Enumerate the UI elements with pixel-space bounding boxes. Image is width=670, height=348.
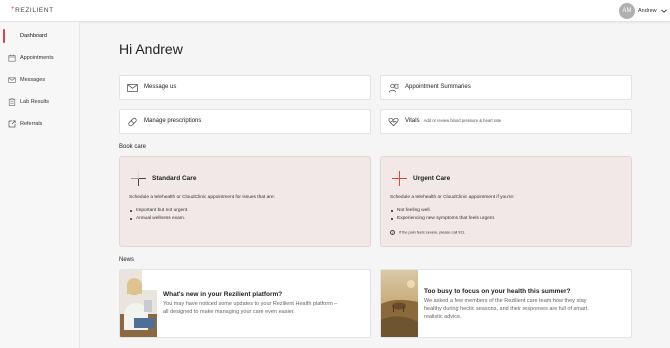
- urgent-care-card[interactable]: Urgent Care Schedule a telehealth or Clo…: [380, 156, 632, 247]
- news-body: We asked a few members of the Rezilient …: [424, 298, 589, 320]
- list-item: Experiencing new symptoms that feels urg…: [390, 216, 495, 224]
- care-title: Urgent Care: [413, 175, 451, 182]
- list-item: Important but not urgent.: [129, 208, 189, 216]
- care-title: Standard Care: [152, 175, 197, 182]
- logo[interactable]: +REZILIENT: [11, 6, 54, 14]
- clipboard-icon: [8, 98, 16, 106]
- sidebar-item-label: Dashboard: [20, 32, 47, 39]
- user-name[interactable]: Andrew: [638, 8, 657, 14]
- list-item: Not feeling well.: [390, 208, 495, 216]
- sidebar-item-label: Lab Results: [20, 98, 50, 105]
- calendar-icon: [8, 54, 16, 62]
- sidebar-item-appointments[interactable]: Appointments: [0, 51, 80, 65]
- tile-label: Manage prescriptions: [144, 118, 202, 124]
- vitals-subtitle: Add or review blood pressure & heart rat…: [423, 118, 502, 123]
- manage-prescriptions-tile[interactable]: Manage prescriptions: [119, 109, 371, 134]
- tile-label: Message us: [144, 84, 177, 90]
- appointment-summaries-tile[interactable]: Appointment Summaries: [380, 75, 632, 100]
- sidebar-item-dashboard[interactable]: Dashboard: [0, 29, 80, 43]
- sidebar-item-messages[interactable]: Messages: [0, 73, 80, 87]
- news-card[interactable]: What's new in your Rezilient platform? Y…: [119, 269, 371, 338]
- person-document-icon: [388, 83, 399, 93]
- external-link-icon: [8, 120, 16, 128]
- mail-icon: [8, 77, 16, 83]
- cross-icon: [131, 171, 146, 186]
- care-description: Schedule a telehealth or CloudClinic app…: [129, 195, 275, 200]
- tile-label: Appointment Summaries: [405, 84, 471, 90]
- sidebar-item-label: Appointments: [20, 54, 54, 61]
- page-title: Hi Andrew: [119, 41, 183, 57]
- care-list: Important but not urgent. Annual wellnes…: [129, 208, 189, 224]
- mail-icon: [127, 84, 138, 92]
- main-content: Hi Andrew Message us Appointment Summari…: [80, 22, 670, 348]
- care-description: Schedule a telehealth or CloudClinic app…: [390, 195, 515, 200]
- care-note: i If the pain feels severe, please call 9…: [390, 230, 465, 235]
- sidebar-item-referrals[interactable]: Referrals: [0, 117, 80, 131]
- pill-icon: [128, 117, 137, 127]
- news-title: Too busy to focus on your health this su…: [424, 288, 571, 295]
- care-list: Not feeling well. Experiencing new sympt…: [390, 208, 495, 224]
- book-care-heading: Book care: [119, 144, 147, 150]
- standard-care-card[interactable]: Standard Care Schedule a telehealth or C…: [119, 156, 371, 247]
- info-icon: i: [390, 230, 395, 235]
- sidebar-item-label: Messages: [20, 76, 46, 83]
- news-body: You may have noticed some updates to you…: [163, 301, 338, 315]
- chevron-down-icon[interactable]: [660, 7, 668, 15]
- tile-label: Vitals Add or review blood pressure & hea…: [405, 118, 501, 124]
- sidebar-item-lab-results[interactable]: Lab Results: [0, 95, 80, 109]
- sidebar: Dashboard Appointments Messages Lab Resu…: [0, 22, 80, 348]
- heart-pulse-icon: [388, 117, 399, 127]
- news-image-field-sunset: [381, 270, 418, 337]
- message-us-tile[interactable]: Message us: [119, 75, 371, 100]
- news-title: What's new in your Rezilient platform?: [163, 291, 283, 298]
- top-bar: +REZILIENT AM Andrew: [0, 0, 670, 22]
- news-heading: News: [119, 257, 135, 263]
- news-card[interactable]: Too busy to focus on your health this su…: [380, 269, 632, 338]
- cross-icon: [392, 171, 407, 186]
- avatar[interactable]: AM: [619, 3, 635, 19]
- news-image-woman-on-couch: [120, 270, 157, 337]
- sidebar-item-label: Referrals: [20, 120, 43, 127]
- vitals-label: Vitals: [405, 118, 420, 124]
- vitals-tile[interactable]: Vitals Add or review blood pressure & hea…: [380, 109, 632, 134]
- list-item: Annual wellness exam.: [129, 216, 189, 224]
